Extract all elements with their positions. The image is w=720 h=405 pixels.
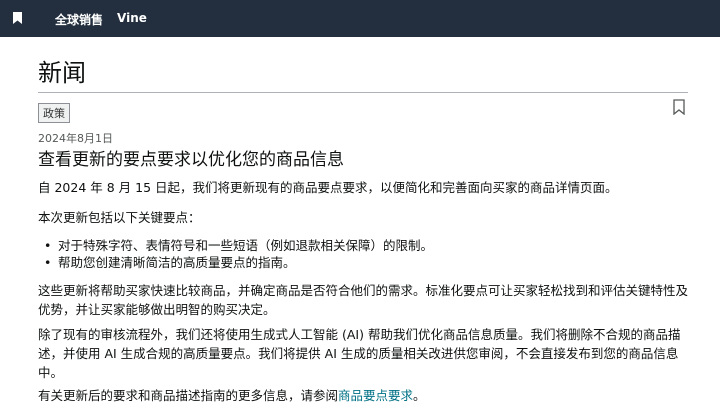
footer-text: 有关更新后的要求和商品描述指南的更多信息，请参阅: [38, 388, 339, 403]
top-navigation-bar: 全球销售 Vine: [0, 0, 720, 37]
article-paragraph: 这些更新将帮助买家快速比较商品，并确定商品是否符合他们的需求。标准化要点可让买家…: [38, 283, 689, 317]
footer-end: 。: [413, 388, 426, 403]
nav-vine[interactable]: Vine: [117, 11, 147, 25]
bullet-point-requirements-link[interactable]: 商品要点要求: [338, 388, 413, 403]
page-title: 新闻: [38, 59, 86, 87]
list-item: 帮助您创建清晰简洁的高质量要点的指南。: [44, 253, 295, 272]
divider: [38, 92, 688, 93]
article-date: 2024年8月1日: [38, 132, 113, 145]
category-tag[interactable]: 政策: [38, 103, 70, 123]
article-title: 查看更新的要点要求以优化您的商品信息: [38, 150, 344, 170]
list-intro: 本次更新包括以下关键要点：: [38, 210, 201, 225]
article-intro: 自 2024 年 8 月 15 日起，我们将更新现有的商品要点要求，以便简化和完…: [38, 180, 618, 195]
footer-paragraph: 有关更新后的要求和商品描述指南的更多信息，请参阅商品要点要求。: [38, 386, 688, 405]
bookmark-logo-icon[interactable]: [13, 12, 22, 24]
bookmark-icon[interactable]: [673, 99, 685, 115]
article-paragraph: 除了现有的审核流程外，我们还将使用生成式人工智能 (AI) 帮助我们优化商品信息…: [38, 327, 681, 380]
nav-global-selling[interactable]: 全球销售: [55, 11, 103, 28]
